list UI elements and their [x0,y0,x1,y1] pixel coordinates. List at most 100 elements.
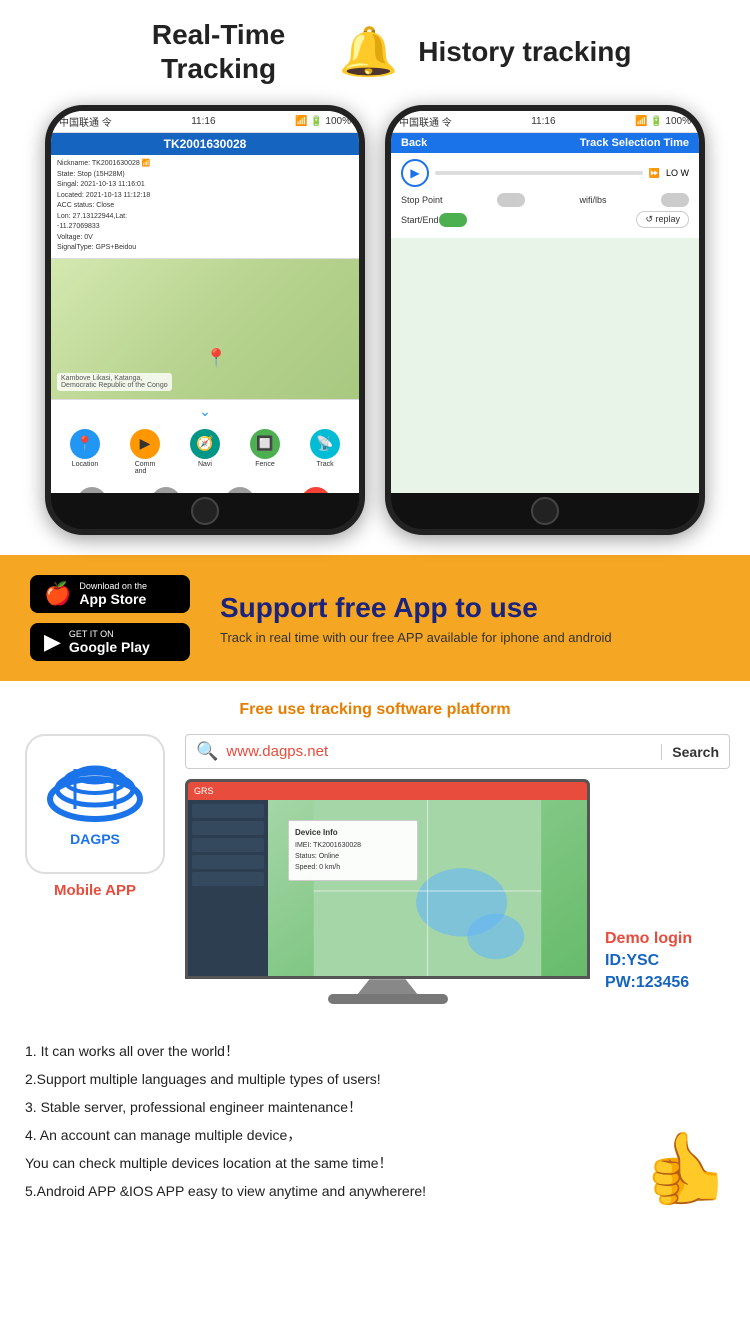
toggle-wifi-lbs[interactable] [661,193,689,207]
fence-label: Fence [255,461,274,468]
phone-right: 中国联通 令 11:16 📶 🔋 100% Back Track Selecti… [385,105,705,535]
info-line-1: Nickname: TK2001630028 📶 [57,159,353,170]
start-end-label: Start/End [401,215,439,225]
thumbs-up-icon: 👍 [643,1128,730,1210]
google-play-prefix: GET IT ON [69,629,150,639]
phone-right-screen: 中国联通 令 11:16 📶 🔋 100% Back Track Selecti… [391,111,699,493]
map-pin-left: 📍 [205,348,227,369]
sidebar-item-5 [192,872,264,886]
nav-btn-fence[interactable]: 🔲 Fence [250,429,280,475]
carrier-left: 中国联通 令 [59,114,112,129]
store-badges: 🍎 Download on the App Store ▶ GET IT ON … [30,575,190,661]
map-info-panel: Nickname: TK2001630028 📶 State: Stop (15… [51,155,359,259]
sidebar-item-3 [192,838,264,852]
monitor-screen: GRS [185,779,590,1004]
app-store-badge[interactable]: 🍎 Download on the App Store [30,575,190,613]
search-button[interactable]: Search [661,744,719,760]
info-line-5: ACC status: Close [57,201,353,212]
platform-right: 🔍 www.dagps.net Search GRS [185,734,730,1012]
dagps-logo-svg: DAGPS [35,744,155,864]
popup-title: Device Info [295,827,411,840]
info-line-7: -11.27069833 [57,222,353,233]
monitor-col: GRS [185,779,590,1012]
feature-line-6: 5.Android APP &IOS APP easy to view anyt… [25,1177,725,1205]
nav-btn-detail[interactable]: ⚙ Detail [77,487,107,494]
defence-icon: 🔒 [225,487,255,494]
sidebar-item-2 [192,821,264,835]
location-label: Location [72,461,98,468]
monitor-gps-header: GRS [188,782,587,800]
back-button[interactable]: Back [401,137,427,149]
playback-row: ▶ ⏩ LO W [401,159,689,187]
popup-line2: Status: Online [295,851,411,862]
bottom-nav-left: ⌄ 📍 Location ▶ Command 🧭 Navi [51,399,359,494]
info-line-2: State: Stop (15H28M) [57,170,353,181]
app-store-prefix: Download on the [79,581,147,591]
realtime-title: Real-TimeTracking [119,18,319,85]
navi-label: Navi [198,461,212,468]
fence-icon: 🔲 [250,429,280,459]
app-logo-box: DAGPS Mobile APP [20,734,170,899]
nav-btn-track[interactable]: 📡 Track [310,429,340,475]
navi-icon: 🧭 [190,429,220,459]
feature-line-5: You can check multiple devices location … [25,1149,725,1177]
nav-btn-mil[interactable]: 📊 Mil [151,487,181,494]
nav-btn-defence[interactable]: 🔒 Defence [225,487,255,494]
search-bar: 🔍 www.dagps.net Search [185,734,730,769]
status-bar-left: 中国联通 令 11:16 📶 🔋 100% [51,111,359,133]
map-area-left: 📍 Kambove Likasi, Katanga,Democratic Rep… [51,259,359,399]
location-text: Kambove Likasi, Katanga,Democratic Repub… [57,373,172,391]
mobile-app-label: Mobile APP [54,882,136,899]
mil-icon: 📊 [151,487,181,494]
track-selection-title: Track Selection Time [580,137,689,149]
wifi-lbs-label: wifi/lbs [580,195,607,205]
demo-id: ID:YSC [605,952,730,970]
tracker-id: TK2001630028 [51,133,359,155]
monitor-stand [358,979,418,994]
status-bar-right: 中国联通 令 11:16 📶 🔋 100% [391,111,699,133]
sidebar-item-1 [192,804,264,818]
nav-btn-command[interactable]: ▶ Command [130,429,160,475]
toggle-start-end[interactable] [439,213,467,227]
tracker-id-text: TK2001630028 [164,137,247,151]
app-logo: DAGPS [25,734,165,874]
app-description: Track in real time with our free APP ava… [220,630,612,645]
command-label: Command [135,461,156,475]
stop-point-label: Stop Point [401,195,443,205]
apple-icon: 🍎 [44,581,71,607]
toggle-row-stop: Stop Point wifi/lbs [401,193,689,207]
toggle-stop-point[interactable] [497,193,525,207]
track-label: Track [316,461,333,468]
playback-controls: ▶ ⏩ LO W Stop Point wifi/lbs Start/End ↺… [391,153,699,238]
home-button-left[interactable] [191,497,219,525]
time-right: 11:16 [531,116,555,127]
bottom-buttons-row1: 📍 Location ▶ Command 🧭 Navi 🔲 Fence [51,423,359,481]
replay-button[interactable]: ↺ replay [636,211,689,228]
monitor-base [328,994,448,1004]
battery-left: 📶 🔋 100% [295,116,351,127]
realtime-tracking-label: Real-TimeTracking [119,18,319,85]
app-store-name: App Store [79,591,147,607]
search-url: www.dagps.net [226,743,661,760]
nav-btn-location[interactable]: 📍 Location [70,429,100,475]
tracking-header: Real-TimeTracking 🔔 History tracking [0,0,750,95]
nav-btn-navi[interactable]: 🧭 Navi [190,429,220,475]
home-button-right[interactable] [531,497,559,525]
info-line-8: Voltage: 0V [57,233,353,244]
speed-icon: ⏩ [649,168,660,179]
feature-line-2: 2.Support multiple languages and multipl… [25,1065,725,1093]
nav-btn-undefence[interactable]: 🔓 unDefence [299,487,333,494]
phone-left-screen: 中国联通 令 11:16 📶 🔋 100% TK2001630028 Nickn… [51,111,359,493]
gps-label: GRS [194,786,214,796]
time-left: 11:16 [191,116,215,127]
info-line-3: Singal: 2021-10-13 11:16:01 [57,180,353,191]
nav-bar-left [51,493,359,529]
history-tracking-label: History tracking [418,36,631,68]
progress-bar[interactable] [435,171,643,175]
play-button[interactable]: ▶ [401,159,429,187]
monitor-display: GRS [185,779,590,979]
google-play-name: Google Play [69,639,150,655]
monitor-sidebar [188,800,268,979]
google-play-badge[interactable]: ▶ GET IT ON Google Play [30,623,190,661]
phone-right-header: Back Track Selection Time [391,133,699,153]
